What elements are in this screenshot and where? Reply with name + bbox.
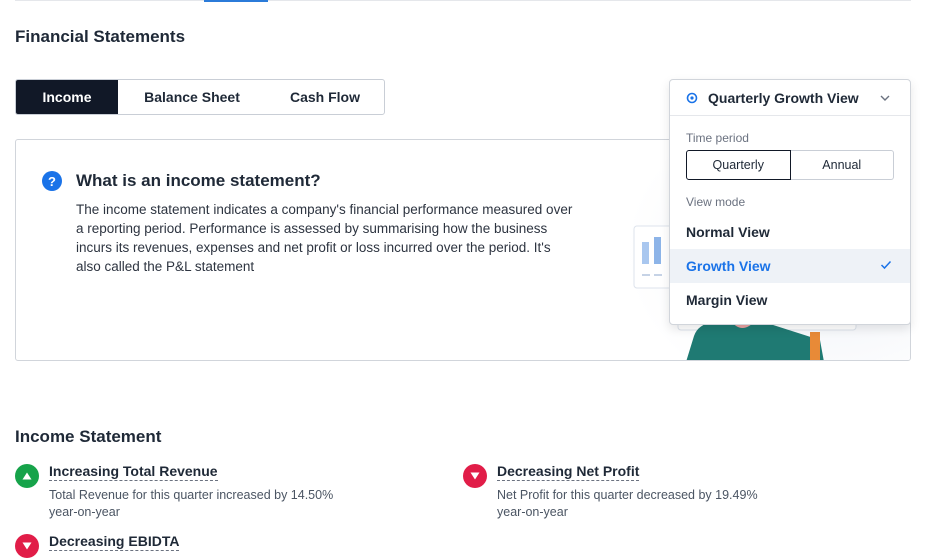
period-annual[interactable]: Annual: [790, 150, 894, 180]
time-period-toggle: Quarterly Annual: [686, 150, 894, 180]
metric-title[interactable]: Decreasing Net Profit: [497, 463, 640, 481]
metric-description: Net Profit for this quarter decreased by…: [497, 488, 758, 519]
view-mode-normal[interactable]: Normal View: [670, 215, 910, 249]
tab-underline-divider: [15, 0, 911, 1]
metric-title[interactable]: Increasing Total Revenue: [49, 463, 218, 481]
eye-icon: [686, 92, 698, 104]
statement-tabs: Income Balance Sheet Cash Flow: [15, 79, 385, 115]
info-title: What is an income statement?: [76, 171, 321, 190]
active-tab-indicator: [204, 0, 268, 2]
view-mode-growth-label: Growth View: [686, 258, 771, 274]
view-dropdown-label: Quarterly Growth View: [708, 90, 859, 106]
metric-title[interactable]: Decreasing EBIDTA: [49, 533, 180, 551]
trend-down-icon: [15, 534, 39, 558]
time-period-label: Time period: [686, 131, 749, 145]
info-body: The income statement indicates a company…: [76, 202, 573, 274]
view-mode-margin[interactable]: Margin View: [670, 283, 910, 317]
trend-down-icon: [463, 464, 487, 488]
period-quarterly[interactable]: Quarterly: [686, 150, 791, 180]
view-mode-growth[interactable]: Growth View: [670, 249, 910, 283]
chevron-down-icon: [880, 95, 890, 101]
view-dropdown: Quarterly Growth View Time period Quarte…: [669, 79, 911, 325]
view-mode-label: View mode: [686, 195, 746, 209]
tab-cash-flow[interactable]: Cash Flow: [266, 80, 384, 114]
tab-balance-sheet[interactable]: Balance Sheet: [118, 80, 266, 114]
view-mode-margin-label: Margin View: [686, 292, 768, 308]
view-dropdown-toggle[interactable]: Quarterly Growth View: [670, 80, 910, 116]
income-statement-title: Income Statement: [15, 427, 162, 446]
question-icon: ?: [42, 171, 62, 191]
tab-income[interactable]: Income: [16, 80, 118, 114]
check-icon: [880, 260, 892, 270]
metric-description: Total Revenue for this quarter increased…: [49, 488, 334, 519]
page-title: Financial Statements: [15, 27, 186, 46]
trend-up-icon: [15, 464, 39, 488]
view-mode-normal-label: Normal View: [686, 224, 770, 240]
